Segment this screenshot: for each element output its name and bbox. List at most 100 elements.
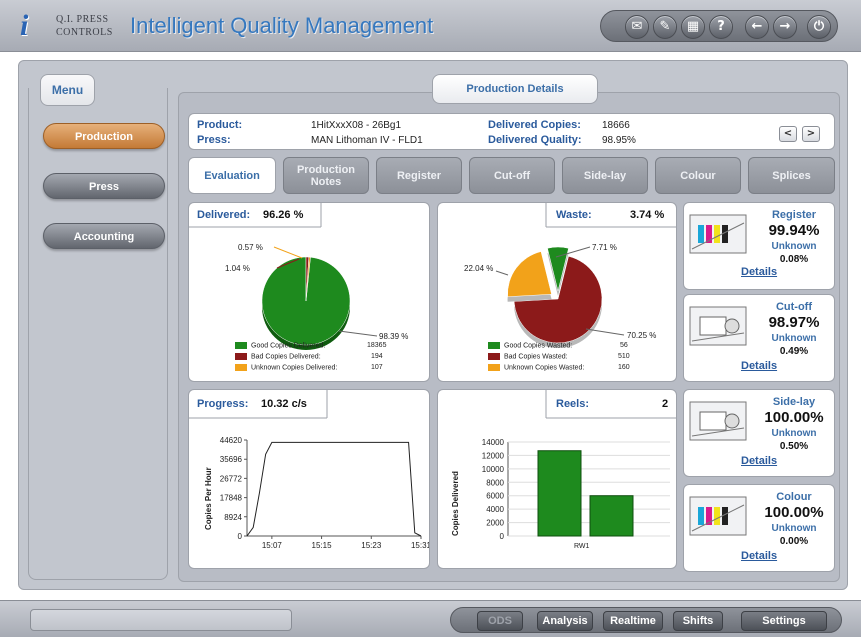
delivered-legend-good: Good Copies Delivered: [235,342,325,349]
delivered-panel: Delivered: 96.26 % 0.57 % 1.04 % 98.39 %… [188,202,430,382]
cutoff-details-link[interactable]: Details [741,360,777,372]
y-tick-label: 8000 [486,478,504,487]
register-details-link[interactable]: Details [741,266,777,278]
reels-panel: Reels: 2 Copies Delivered 14000 12000 1000… [437,389,677,569]
reel-bar-2 [589,495,634,537]
delivered-legend-bad-value: 194 [371,353,383,360]
delivered-quality-label: Delivered Quality: [488,134,582,146]
product-value: 1HitXxxX08 - 26Bg1 [311,120,402,131]
x-tick-label: 15:23 [361,541,382,550]
back-icon[interactable]: ← [745,15,769,39]
tab-colour[interactable]: Colour [655,157,741,194]
waste-legend-bad-value: 510 [618,353,630,360]
waste-legend-unknown-value: 160 [618,364,630,371]
analysis-button[interactable]: Analysis [537,611,593,631]
delivered-legend-unknown-value: 107 [371,364,383,371]
shifts-button[interactable]: Shifts [673,611,723,631]
tab-splices[interactable]: Splices [748,157,835,194]
legend-swatch-bad [235,353,247,360]
top-bar: i Q.I. PRESS CONTROLS Intelligent Qualit… [0,0,861,52]
menu-press-button[interactable]: Press [43,173,165,199]
sidelay-unknown-label: Unknown [771,428,817,439]
register-press-icon [689,214,747,254]
y-tick-label: 2000 [486,519,504,528]
colour-summary-panel: Colour 100.00% Unknown 0.00% Details [683,484,835,572]
delivered-pct-bad: 1.04 % [225,264,250,273]
next-product-button[interactable]: > [802,126,820,142]
prev-product-button[interactable]: < [779,126,797,142]
waste-leader-unknown [495,270,509,276]
y-tick-label: 35696 [220,455,243,464]
bottom-bar: ODS Analysis Realtime Shifts Settings [0,600,861,637]
delivered-legend-unknown: Unknown Copies Delivered: [235,364,337,371]
app-title: Intelligent Quality Management [130,13,434,38]
y-tick-label: 4000 [486,505,504,514]
legend-swatch-good [235,342,247,349]
status-field [30,609,292,631]
waste-panel: Waste: 3.74 % 7.71 % 22.04 % 70.25 % Goo… [437,202,677,382]
logo-line2: CONTROLS [56,27,113,38]
reel-bar-1 [537,450,582,537]
realtime-button[interactable]: Realtime [603,611,663,631]
menu-accounting-button[interactable]: Accounting [43,223,165,249]
product-label: Product: [197,119,243,131]
progress-line-chart: Copies Per Hour 44620 35696 26772 17848 8924… [189,390,429,550]
press-value: MAN Lithoman IV - FLD1 [311,135,423,146]
cutoff-unknown-label: Unknown [771,333,817,344]
delivered-leader-unknown [273,246,303,259]
logo-i-mark: i [20,9,29,42]
sidelay-details-link[interactable]: Details [741,455,777,467]
production-details-title: Production Details [432,74,598,104]
x-tick-label: 15:07 [262,541,283,550]
legend-swatch-unknown [235,364,247,371]
mail-icon[interactable]: ✉ [625,15,649,39]
delivered-legend-good-value: 18365 [367,342,387,349]
delivered-quality-value: 98.95% [602,135,636,146]
waste-legend-good: Good Copies Wasted: [488,342,572,349]
waste-pct-bad: 70.25 % [627,331,656,340]
forward-icon[interactable]: → [773,15,797,39]
tab-side-lay[interactable]: Side-lay [562,157,648,194]
reels-ylabel: Copies Delivered [451,471,460,536]
menu-production-button[interactable]: Production [43,123,165,149]
y-tick-label: 26772 [220,474,243,483]
sidelay-title: Side-lay [772,396,816,408]
register-unknown-value: 0.08% [779,254,809,265]
toolbar-group: ✉ ✎ ▦ ? ← → ⏻ [600,10,838,42]
sidelay-summary-panel: Side-lay 100.00% Unknown 0.50% Details [683,389,835,477]
delivered-pct-good: 98.39 % [379,332,408,341]
tab-cut-off[interactable]: Cut-off [469,157,555,194]
legend-swatch-good [488,342,500,349]
company-logo: i Q.I. PRESS CONTROLS [20,8,120,44]
progress-line [246,441,422,537]
legend-swatch-bad [488,353,500,360]
register-title: Register [771,209,817,221]
colour-value: 100.00% [764,504,824,521]
y-tick-label: 6000 [486,492,504,501]
cutoff-value: 98.97% [768,314,820,331]
cutoff-unknown-value: 0.49% [779,346,809,357]
help-icon[interactable]: ? [709,15,733,39]
calculator-icon[interactable]: ▦ [681,15,705,39]
tab-register[interactable]: Register [376,157,462,194]
waste-pct-unknown: 22.04 % [464,264,493,273]
tab-evaluation[interactable]: Evaluation [188,157,276,194]
legend-swatch-unknown [488,364,500,371]
settings-button[interactable]: Settings [741,611,827,631]
legend-label: Unknown Copies Delivered: [251,364,338,372]
ods-button[interactable]: ODS [477,611,523,631]
tools-icon[interactable]: ✎ [653,15,677,39]
delivered-pct-unknown: 0.57 % [238,243,263,252]
legend-label: Good Copies Delivered: [251,342,326,350]
colour-details-link[interactable]: Details [741,550,777,562]
y-tick-label: 12000 [482,451,505,460]
delivered-copies-label: Delivered Copies: [488,119,581,131]
y-tick-label: 14000 [482,438,505,447]
progress-ylabel: Copies Per Hour [204,467,213,530]
waste-legend-unknown: Unknown Copies Wasted: [488,364,584,371]
sidelay-press-icon [689,401,747,441]
waste-legend-good-value: 56 [620,342,628,349]
tab-production-notes[interactable]: Production Notes [283,157,369,194]
power-icon[interactable]: ⏻ [807,15,831,39]
y-tick-label: 17848 [220,494,243,503]
